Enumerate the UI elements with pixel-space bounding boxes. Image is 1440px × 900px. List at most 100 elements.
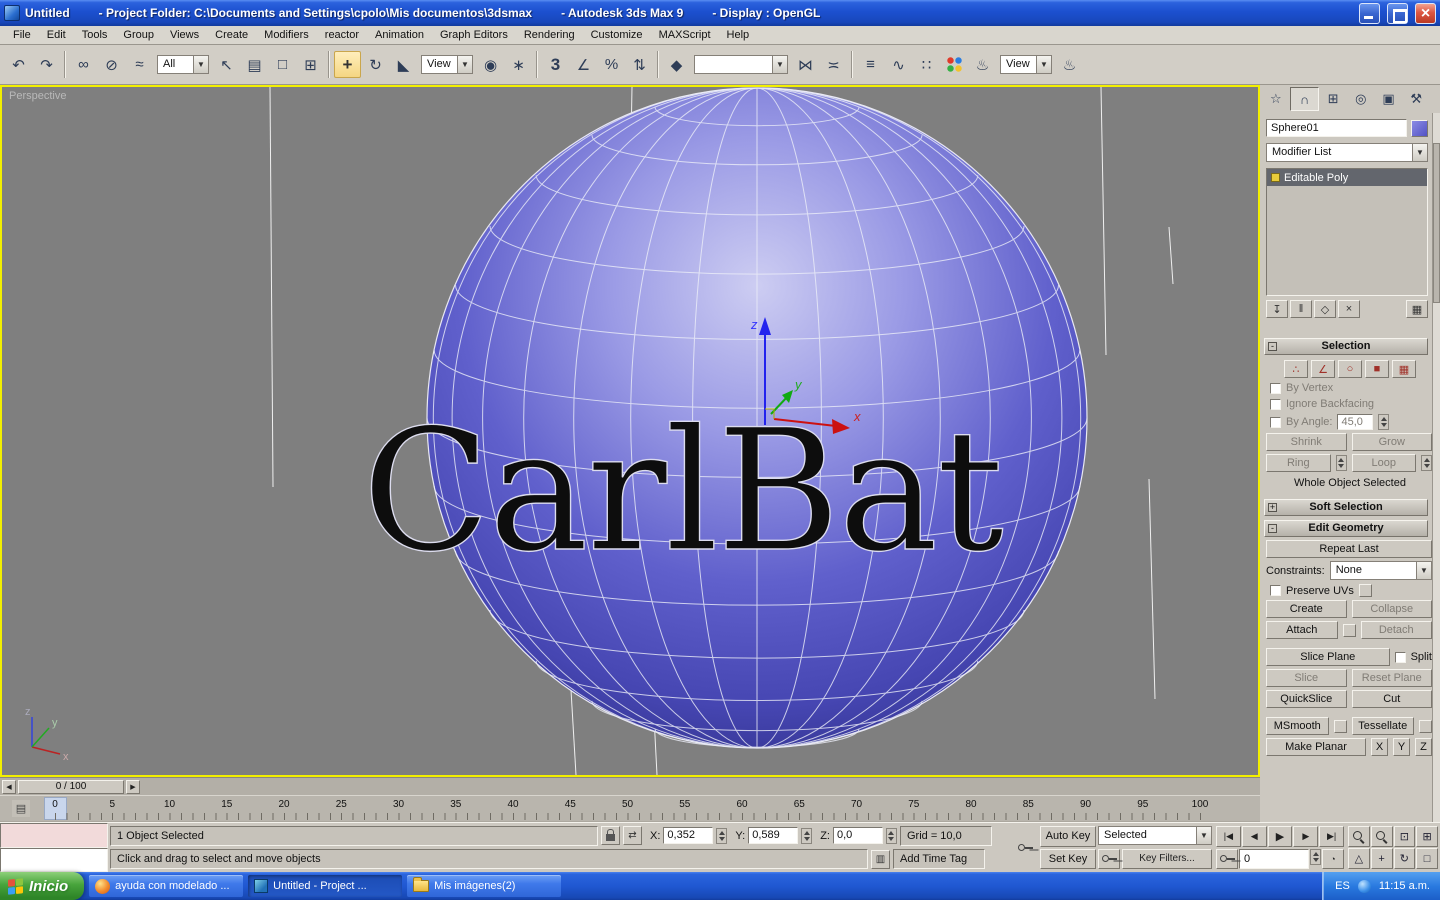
menu-animation[interactable]: Animation — [367, 27, 432, 43]
zoom-all-icon[interactable] — [1370, 826, 1393, 847]
attach-settings-button[interactable] — [1342, 623, 1356, 637]
menu-maxscript[interactable]: MAXScript — [651, 27, 719, 43]
element-mode-icon[interactable]: ▦ — [1392, 360, 1416, 378]
menu-file[interactable]: File — [5, 27, 39, 43]
time-slider[interactable]: ◀ 0 / 100 ▶ — [0, 777, 1260, 795]
detach-button[interactable]: Detach — [1360, 621, 1432, 639]
time-slider-next-icon[interactable]: ▶ — [126, 779, 140, 794]
chevron-down-icon[interactable]: ▼ — [1416, 561, 1432, 580]
field-of-view-icon[interactable]: △ — [1348, 848, 1370, 869]
modifier-stack[interactable]: Editable Poly — [1266, 168, 1428, 296]
zoom-extents-all-icon[interactable]: ⊞ — [1416, 826, 1438, 847]
previous-frame-icon[interactable]: ◀ — [1241, 826, 1267, 847]
angle-snap-icon[interactable]: ∠ — [570, 51, 597, 78]
msmooth-button[interactable]: MSmooth — [1266, 717, 1329, 735]
align-icon[interactable]: ≍ — [820, 51, 847, 78]
menu-customize[interactable]: Customize — [583, 27, 651, 43]
schematic-view-icon[interactable]: ∷ — [913, 51, 940, 78]
menu-modifiers[interactable]: Modifiers — [256, 27, 317, 43]
collapse-icon[interactable]: - — [1268, 524, 1277, 533]
reset-plane-button[interactable]: Reset Plane — [1351, 669, 1432, 687]
shrink-button[interactable]: Shrink — [1266, 433, 1347, 451]
menu-edit[interactable]: Edit — [39, 27, 74, 43]
tray-clock[interactable]: 11:15 a.m. — [1379, 880, 1430, 892]
menu-create[interactable]: Create — [207, 27, 256, 43]
sphere01-object[interactable]: CarlBat — [361, 87, 1088, 749]
modifier-list-dropdown[interactable]: Modifier List ▼ — [1266, 143, 1428, 162]
go-to-start-icon[interactable]: |◀ — [1216, 826, 1241, 847]
menu-group[interactable]: Group — [115, 27, 162, 43]
material-editor-icon[interactable] — [941, 51, 968, 78]
snaps-toggle-icon[interactable]: 3 — [542, 51, 569, 78]
selection-filter-dropdown[interactable]: All ▼ — [157, 55, 209, 74]
selection-lock-toggle[interactable] — [601, 826, 620, 846]
layer-manager-icon[interactable]: ≡ — [857, 51, 884, 78]
vertex-mode-icon[interactable]: ∴ — [1284, 360, 1308, 378]
make-planar-y-button[interactable]: Y — [1393, 738, 1410, 756]
maximize-viewport-toggle-icon[interactable]: □ — [1416, 848, 1438, 869]
coord-y-field[interactable]: 0,589 — [748, 827, 799, 845]
menu-reactor[interactable]: reactor — [317, 27, 367, 43]
edge-mode-icon[interactable]: ∠ — [1311, 360, 1335, 378]
undo-icon[interactable]: ↶ — [5, 51, 32, 78]
make-planar-z-button[interactable]: Z — [1415, 738, 1432, 756]
preserve-uvs-settings-button[interactable] — [1358, 584, 1372, 597]
minimize-button[interactable] — [1359, 2, 1380, 24]
configure-modifier-sets-icon[interactable]: ▦ — [1406, 300, 1428, 318]
coord-z-spinner[interactable] — [885, 827, 897, 844]
coord-x-field[interactable]: 0,352 — [663, 827, 714, 845]
listener-macro-row[interactable] — [0, 823, 108, 848]
taskbar-item-firefox[interactable]: ayuda con modelado ... — [89, 875, 244, 897]
named-selection-dropdown[interactable]: ▼ — [694, 55, 788, 74]
stack-item-editable-poly[interactable]: Editable Poly — [1267, 169, 1427, 186]
title-bar[interactable]: Untitled - Project Folder: C:\Documents … — [0, 0, 1440, 26]
pin-stack-icon[interactable]: ↧ — [1266, 300, 1288, 318]
ring-spinner[interactable] — [1335, 455, 1347, 471]
select-object-icon[interactable]: ↖ — [213, 51, 240, 78]
coord-y-spinner[interactable] — [801, 827, 813, 844]
quickslice-button[interactable]: QuickSlice — [1266, 690, 1347, 708]
menu-graph-editors[interactable]: Graph Editors — [432, 27, 516, 43]
attach-button[interactable]: Attach — [1266, 621, 1338, 639]
reference-coordinate-system-dropdown[interactable]: View ▼ — [421, 55, 473, 74]
chevron-down-icon[interactable]: ▼ — [1412, 143, 1428, 162]
maxscript-mini-listener[interactable] — [0, 823, 108, 872]
rollout-edit-geometry[interactable]: - Edit Geometry — [1264, 520, 1428, 537]
tray-language-indicator[interactable]: ES — [1335, 880, 1350, 892]
object-name-field[interactable]: Sphere01 — [1266, 119, 1407, 137]
tessellate-settings-button[interactable] — [1419, 719, 1432, 733]
make-planar-x-button[interactable]: X — [1371, 738, 1388, 756]
by-vertex-checkbox[interactable] — [1270, 382, 1281, 394]
bind-to-space-warp-icon[interactable]: ≈ — [126, 51, 153, 78]
key-filters-button[interactable]: Key Filters... — [1122, 848, 1212, 869]
time-configuration-icon[interactable]: ◔ — [1322, 848, 1344, 869]
arc-rotate-icon[interactable]: ↻ — [1393, 848, 1416, 869]
collapse-button[interactable]: Collapse — [1351, 600, 1432, 618]
select-and-move-icon[interactable]: + — [334, 51, 361, 78]
rollout-selection[interactable]: - Selection — [1264, 338, 1428, 355]
keyboard-shortcut-override-toggle[interactable] — [1010, 823, 1040, 872]
tab-hierarchy-icon[interactable]: ⊞ — [1319, 87, 1347, 111]
window-crossing-toggle-icon[interactable]: ⊞ — [297, 51, 324, 78]
current-frame-field[interactable]: 0 — [1239, 848, 1309, 869]
repeat-last-button[interactable]: Repeat Last — [1266, 540, 1432, 558]
track-bar[interactable]: ▤ 0 5 10 15 20 25 30 35 40 45 50 55 60 65 70 75 80 85 90 95… — [0, 795, 1260, 821]
select-by-name-icon[interactable]: ▤ — [241, 51, 268, 78]
loop-spinner[interactable] — [1421, 455, 1432, 471]
expand-icon[interactable]: + — [1268, 503, 1277, 512]
time-slider-track[interactable] — [142, 780, 1258, 794]
rollout-soft-selection[interactable]: + Soft Selection — [1264, 499, 1428, 516]
pan-view-icon[interactable]: + — [1370, 848, 1393, 869]
mini-track-view-icon[interactable]: ▤ — [12, 800, 30, 817]
by-angle-field[interactable]: 45,0 — [1337, 414, 1374, 430]
chevron-down-icon[interactable]: ▼ — [457, 55, 473, 74]
collapse-icon[interactable]: - — [1268, 342, 1277, 351]
tray-status-icon[interactable] — [1357, 879, 1371, 893]
tab-motion-icon[interactable]: ◎ — [1347, 87, 1375, 111]
auto-key-button[interactable]: Auto Key — [1040, 826, 1096, 847]
object-color-swatch[interactable] — [1411, 119, 1428, 137]
create-button[interactable]: Create — [1266, 600, 1347, 618]
tab-display-icon[interactable]: ▣ — [1375, 87, 1403, 111]
slice-button[interactable]: Slice — [1266, 669, 1347, 687]
set-key-button[interactable]: Set Key — [1040, 848, 1096, 869]
